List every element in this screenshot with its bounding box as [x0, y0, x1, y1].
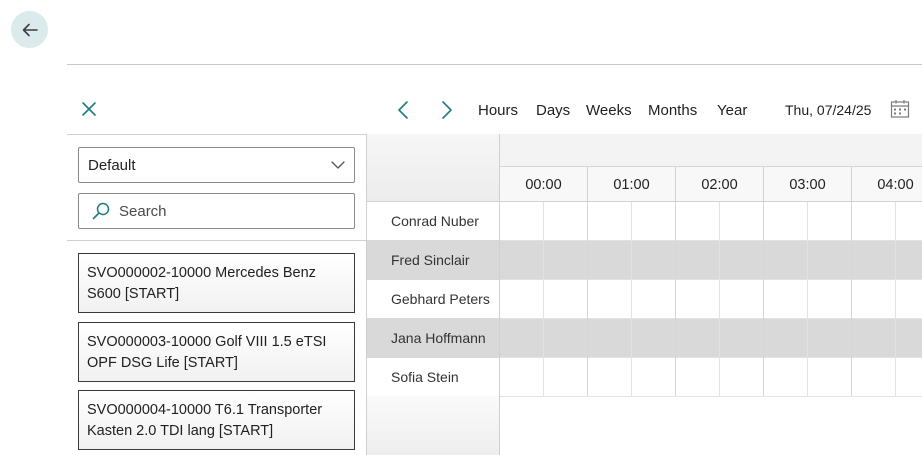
next-button[interactable]	[439, 99, 455, 121]
order-card-line2: S600 [START]	[87, 286, 180, 302]
hour-label: 00:00	[500, 167, 588, 202]
order-card-line1: SVO000003-10000 Golf VIII 1.5 eTSI	[87, 334, 327, 350]
tab-hours[interactable]: Hours	[478, 102, 518, 119]
order-card-line2: Kasten 2.0 TDI lang [START]	[87, 423, 274, 439]
resource-column: Conrad Nuber Fred Sinclair Gebhard Peter…	[366, 134, 500, 455]
resource-row[interactable]: Gebhard Peters	[367, 280, 499, 319]
search-field[interactable]	[78, 193, 355, 229]
tab-days[interactable]: Days	[536, 102, 570, 119]
grid-line	[763, 202, 764, 396]
grid-line	[631, 202, 632, 396]
timeline-date-header	[500, 134, 922, 167]
left-panel-divider	[67, 134, 367, 135]
resource-header	[367, 134, 499, 202]
grid-line	[543, 202, 544, 396]
order-card-line1: SVO000004-10000 T6.1 Transporter	[87, 402, 323, 418]
tab-year[interactable]: Year	[717, 102, 747, 119]
hour-label: 03:00	[764, 167, 852, 202]
resource-row[interactable]: Conrad Nuber	[367, 202, 499, 241]
schedule-row[interactable]	[500, 319, 922, 358]
chevron-down-icon	[331, 161, 345, 169]
close-button[interactable]	[79, 99, 99, 119]
current-date: Thu, 07/24/25	[785, 102, 872, 118]
arrow-left-icon	[22, 23, 38, 36]
back-button[interactable]	[11, 11, 48, 48]
chevron-right-icon	[442, 101, 452, 119]
grid-line	[895, 202, 896, 396]
view-select-value: Default	[88, 156, 136, 174]
schedule-row[interactable]	[500, 241, 922, 280]
grid-line	[719, 202, 720, 396]
hour-label: 01:00	[588, 167, 676, 202]
order-card[interactable]: SVO000004-10000 T6.1 Transporter Kasten …	[78, 390, 355, 450]
order-card-line1: SVO000002-10000 Mercedes Benz	[87, 265, 316, 281]
tab-months[interactable]: Months	[648, 102, 697, 119]
calendar-icon[interactable]	[890, 99, 910, 119]
header-divider	[67, 64, 922, 65]
resource-row[interactable]: Fred Sinclair	[367, 241, 499, 280]
schedule-grid[interactable]: 00:00 01:00 02:00 03:00 04:00	[500, 134, 922, 455]
hour-label: 04:00	[852, 167, 922, 202]
schedule-row[interactable]	[500, 280, 922, 319]
grid-line	[851, 202, 852, 396]
orders-divider	[67, 240, 367, 241]
view-select[interactable]: Default	[78, 147, 355, 183]
order-card[interactable]: SVO000002-10000 Mercedes Benz S600 [STAR…	[78, 253, 355, 313]
resource-footer	[367, 396, 499, 455]
tab-weeks[interactable]: Weeks	[586, 102, 632, 119]
grid-line	[807, 202, 808, 396]
resource-row[interactable]: Jana Hoffmann	[367, 319, 499, 358]
close-icon	[82, 102, 96, 116]
search-icon	[92, 202, 110, 220]
previous-button[interactable]	[395, 99, 411, 121]
order-card-line2: OPF DSG Life [START]	[87, 355, 238, 371]
schedule-row[interactable]	[500, 202, 922, 241]
grid-line	[587, 202, 588, 396]
resource-row[interactable]: Sofia Stein	[367, 358, 499, 397]
chevron-left-icon	[398, 101, 408, 119]
hour-label: 02:00	[676, 167, 764, 202]
grid-line	[675, 202, 676, 396]
schedule-row[interactable]	[500, 358, 922, 397]
order-card[interactable]: SVO000003-10000 Golf VIII 1.5 eTSI OPF D…	[78, 322, 355, 382]
search-input[interactable]	[119, 202, 339, 220]
